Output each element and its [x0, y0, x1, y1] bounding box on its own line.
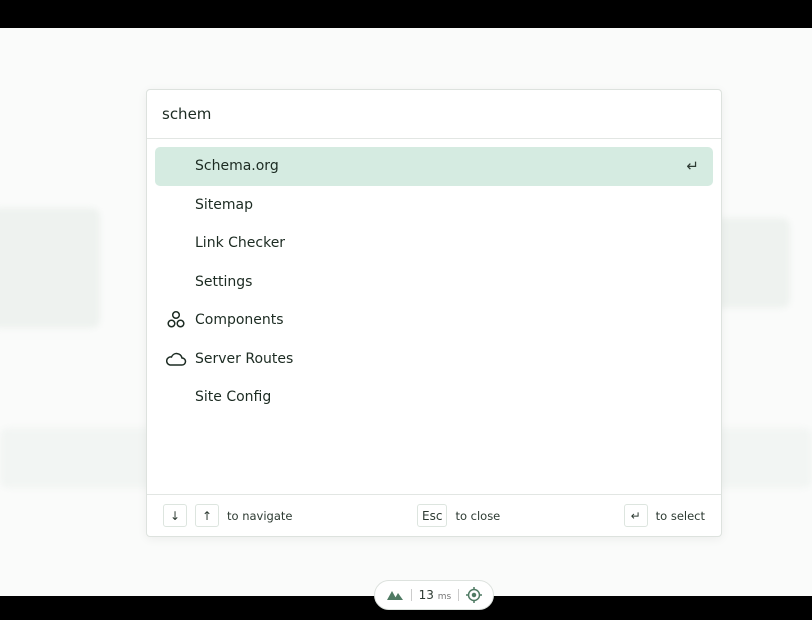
item-label: Server Routes	[195, 350, 294, 367]
item-label: Components	[195, 312, 284, 329]
result-schema-org[interactable]: Schema.org ↵	[155, 147, 713, 186]
result-server-routes[interactable]: Server Routes	[155, 340, 713, 379]
esc-key: Esc	[417, 504, 448, 527]
components-icon	[167, 311, 185, 328]
devtools-bar: 13 ms	[374, 580, 494, 610]
search-input[interactable]	[162, 105, 706, 123]
enter-key: ↵	[623, 504, 648, 527]
search-bar	[147, 90, 721, 139]
result-site-config[interactable]: Site Config	[155, 378, 713, 417]
command-palette: Schema.org ↵ Sitemap Link Checker Setting…	[146, 89, 722, 537]
item-label: Settings	[195, 273, 253, 290]
result-components[interactable]: Components	[155, 301, 713, 340]
cloud-icon	[166, 352, 187, 366]
render-time: 13 ms	[418, 588, 452, 602]
navigate-hint: to navigate	[227, 508, 293, 523]
results-list: Schema.org ↵ Sitemap Link Checker Setting…	[147, 139, 721, 425]
item-label: Link Checker	[195, 235, 286, 252]
result-settings[interactable]: Settings	[155, 263, 713, 302]
item-label: Schema.org	[195, 158, 279, 175]
result-sitemap[interactable]: Sitemap	[155, 186, 713, 225]
crosshair-icon[interactable]	[465, 587, 482, 603]
enter-icon: ↵	[686, 157, 699, 176]
close-hint: to close	[455, 508, 501, 523]
result-link-checker[interactable]: Link Checker	[155, 224, 713, 263]
arrow-up-key: ↑	[195, 504, 219, 527]
item-label: Sitemap	[195, 196, 253, 213]
shortcut-footer: ↓ ↑ to navigate Esc to close ↵ to select	[147, 494, 721, 536]
nuxt-logo-icon[interactable]	[386, 589, 404, 601]
select-hint: to select	[655, 508, 705, 523]
item-label: Site Config	[195, 389, 272, 406]
arrow-down-key: ↓	[163, 504, 187, 527]
